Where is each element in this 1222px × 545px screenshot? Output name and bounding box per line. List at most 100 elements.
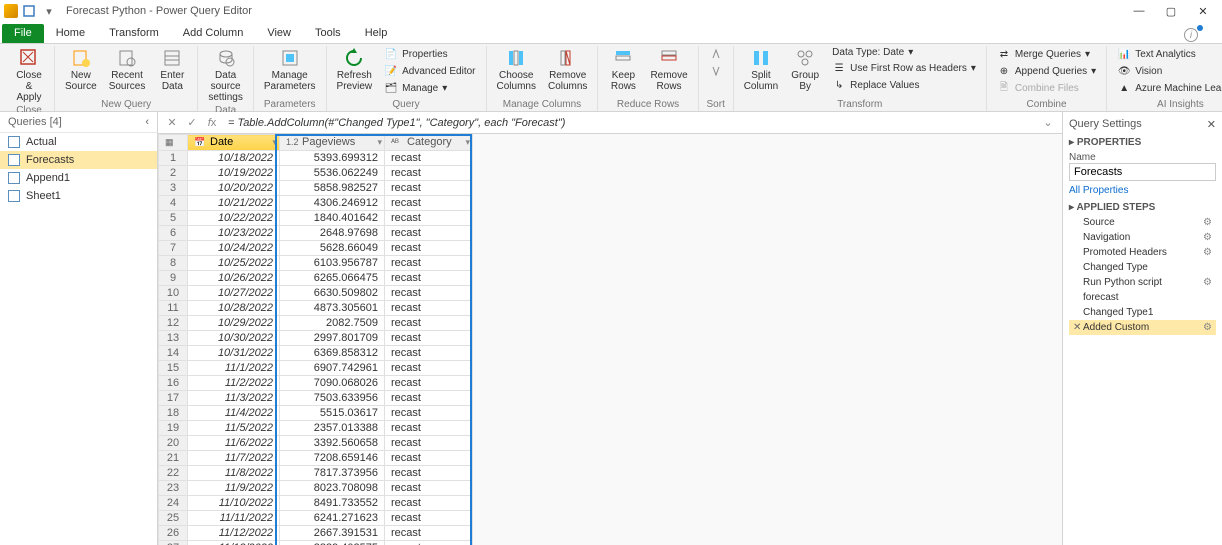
cell-date[interactable]: 10/31/2022: [188, 346, 280, 361]
cell-category[interactable]: recast: [385, 496, 473, 511]
combine-files-button[interactable]: 🗎Combine Files: [993, 80, 1100, 96]
maximize-button[interactable]: ▢: [1156, 1, 1186, 21]
row-number[interactable]: 24: [159, 496, 188, 511]
cell-category[interactable]: recast: [385, 511, 473, 526]
cell-category[interactable]: recast: [385, 286, 473, 301]
cell-pageviews[interactable]: 2667.391531: [280, 526, 385, 541]
cell-date[interactable]: 10/27/2022: [188, 286, 280, 301]
applied-step[interactable]: Changed Type: [1069, 260, 1216, 275]
cell-pageviews[interactable]: 6630.509802: [280, 286, 385, 301]
cell-category[interactable]: recast: [385, 541, 473, 545]
data-type-button[interactable]: Data Type: Date ▾: [828, 46, 980, 59]
table-row[interactable]: 1410/31/20226369.858312recast: [159, 346, 473, 361]
table-row[interactable]: 610/23/20222648.97698recast: [159, 226, 473, 241]
cell-pageviews[interactable]: 5393.699312: [280, 151, 385, 166]
append-queries-button[interactable]: ⊕Append Queries ▾: [993, 63, 1100, 79]
cell-category[interactable]: recast: [385, 421, 473, 436]
row-number[interactable]: 7: [159, 241, 188, 256]
remove-columns-button[interactable]: Remove Columns: [544, 46, 591, 94]
table-row[interactable]: 510/22/20221840.401642recast: [159, 211, 473, 226]
filter-icon[interactable]: ▾: [377, 137, 382, 148]
filter-icon[interactable]: ▾: [272, 137, 277, 148]
row-number[interactable]: 1: [159, 151, 188, 166]
row-number[interactable]: 4: [159, 196, 188, 211]
cell-date[interactable]: 11/6/2022: [188, 436, 280, 451]
row-number[interactable]: 8: [159, 256, 188, 271]
row-number[interactable]: 19: [159, 421, 188, 436]
cell-date[interactable]: 10/21/2022: [188, 196, 280, 211]
applied-step[interactable]: Source⚙: [1069, 215, 1216, 230]
cell-pageviews[interactable]: 6907.742961: [280, 361, 385, 376]
cell-category[interactable]: recast: [385, 526, 473, 541]
cell-date[interactable]: 11/13/2022: [188, 541, 280, 545]
table-row[interactable]: 1010/27/20226630.509802recast: [159, 286, 473, 301]
cell-category[interactable]: recast: [385, 376, 473, 391]
cell-pageviews[interactable]: 5628.66049: [280, 241, 385, 256]
row-number[interactable]: 25: [159, 511, 188, 526]
minimize-button[interactable]: —: [1124, 1, 1154, 21]
manage-parameters-button[interactable]: Manage Parameters: [260, 46, 320, 94]
gear-icon[interactable]: ⚙: [1203, 247, 1212, 258]
query-item-actual[interactable]: Actual: [0, 133, 157, 151]
formula-cancel-icon[interactable]: ✕: [162, 113, 182, 133]
split-column-button[interactable]: Split Column: [740, 46, 782, 94]
cell-pageviews[interactable]: 3392.560658: [280, 436, 385, 451]
cell-date[interactable]: 10/30/2022: [188, 331, 280, 346]
table-row[interactable]: 110/18/20225393.699312recast: [159, 151, 473, 166]
cell-pageviews[interactable]: 2357.013388: [280, 421, 385, 436]
cell-category[interactable]: recast: [385, 301, 473, 316]
row-header-corner[interactable]: ▦: [159, 135, 188, 151]
row-number[interactable]: 12: [159, 316, 188, 331]
applied-step[interactable]: forecast: [1069, 290, 1216, 305]
row-number[interactable]: 21: [159, 451, 188, 466]
tab-transform[interactable]: Transform: [97, 24, 171, 43]
row-number[interactable]: 15: [159, 361, 188, 376]
close-button[interactable]: ✕: [1188, 1, 1218, 21]
tab-add-column[interactable]: Add Column: [171, 24, 256, 43]
cell-pageviews[interactable]: 2648.97698: [280, 226, 385, 241]
cell-date[interactable]: 10/18/2022: [188, 151, 280, 166]
cell-date[interactable]: 10/23/2022: [188, 226, 280, 241]
cell-pageviews[interactable]: 6241.271623: [280, 511, 385, 526]
query-item-forecasts[interactable]: Forecasts: [0, 151, 157, 169]
cell-date[interactable]: 11/2/2022: [188, 376, 280, 391]
cell-date[interactable]: 10/28/2022: [188, 301, 280, 316]
choose-columns-button[interactable]: Choose Columns: [493, 46, 540, 94]
properties-button[interactable]: 📄Properties: [380, 46, 479, 62]
table-row[interactable]: 2111/7/20227208.659146recast: [159, 451, 473, 466]
gear-icon[interactable]: ⚙: [1203, 277, 1212, 288]
cell-category[interactable]: recast: [385, 196, 473, 211]
cell-category[interactable]: recast: [385, 271, 473, 286]
table-row[interactable]: 2511/11/20226241.271623recast: [159, 511, 473, 526]
cell-pageviews[interactable]: 4306.246912: [280, 196, 385, 211]
row-number[interactable]: 2: [159, 166, 188, 181]
cell-pageviews[interactable]: 7817.373956: [280, 466, 385, 481]
cell-category[interactable]: recast: [385, 406, 473, 421]
manage-button[interactable]: 🗂Manage ▾: [380, 80, 479, 96]
row-number[interactable]: 16: [159, 376, 188, 391]
close-apply-button[interactable]: Close & Apply: [10, 46, 48, 105]
table-row[interactable]: 1310/30/20222997.801709recast: [159, 331, 473, 346]
cell-category[interactable]: recast: [385, 241, 473, 256]
table-row[interactable]: 2611/12/20222667.391531recast: [159, 526, 473, 541]
sort-asc-button[interactable]: [705, 46, 727, 62]
row-number[interactable]: 22: [159, 466, 188, 481]
cell-date[interactable]: 10/19/2022: [188, 166, 280, 181]
tab-home[interactable]: Home: [44, 24, 97, 43]
table-row[interactable]: 210/19/20225536.062249recast: [159, 166, 473, 181]
row-number[interactable]: 6: [159, 226, 188, 241]
cell-pageviews[interactable]: 6369.858312: [280, 346, 385, 361]
gear-icon[interactable]: ⚙: [1203, 232, 1212, 243]
cell-date[interactable]: 11/7/2022: [188, 451, 280, 466]
cell-category[interactable]: recast: [385, 226, 473, 241]
queries-collapse-icon[interactable]: ‹: [145, 116, 149, 128]
cell-category[interactable]: recast: [385, 256, 473, 271]
table-row[interactable]: 2411/10/20228491.733552recast: [159, 496, 473, 511]
text-analytics-button[interactable]: 📊Text Analytics: [1113, 46, 1222, 62]
table-row[interactable]: 810/25/20226103.956787recast: [159, 256, 473, 271]
cell-pageviews[interactable]: 5858.982527: [280, 181, 385, 196]
advanced-editor-button[interactable]: 📝Advanced Editor: [380, 63, 479, 79]
remove-rows-button[interactable]: Remove Rows: [646, 46, 691, 94]
settings-close-icon[interactable]: ✕: [1207, 118, 1216, 131]
gear-icon[interactable]: ⚙: [1203, 322, 1212, 333]
